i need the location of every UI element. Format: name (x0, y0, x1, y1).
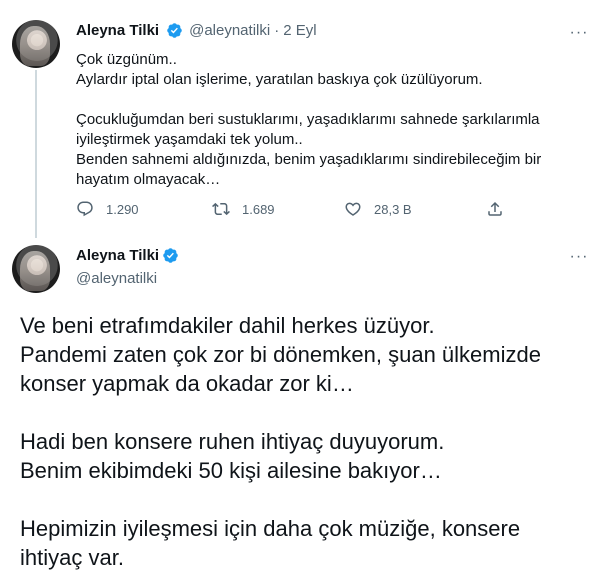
tweet-1-text: Çok üzgünüm.. Aylardır iptal olan işleri… (76, 50, 546, 190)
thread-line (35, 70, 37, 238)
verified-icon (163, 248, 178, 263)
tweet-line: iyileştirmek yaşamdaki tek yolum.. (76, 131, 303, 148)
tweet-date[interactable]: 2 Eyl (283, 22, 316, 39)
tweet-line: konser yapmak da okadar zor ki… (20, 371, 354, 396)
tweet-line: Ve beni etrafımdakiler dahil herkes üzüy… (20, 313, 435, 338)
tweet-line: Hepimizin iyileşmesi için daha çok müziğ… (20, 516, 521, 541)
more-icon[interactable]: ··· (568, 22, 590, 44)
reply-icon (77, 201, 93, 217)
tweet-actions: 1.290 1.689 28,3 B (76, 200, 516, 224)
author-name[interactable]: Aleyna Tilki (76, 22, 159, 39)
tweet-line: Pandemi zaten çok zor bi dönemken, şuan … (20, 342, 541, 367)
tweet-2-text: Ve beni etrafımdakiler dahil herkes üzüy… (20, 311, 580, 572)
share-icon (488, 201, 502, 216)
tweet-1-header: Aleyna Tilki @aleynatilki · 2 Eyl (76, 22, 317, 39)
separator-dot: · (274, 22, 280, 39)
like-count: 28,3 B (374, 201, 412, 217)
tweet-line: Aylardır iptal olan işlerime, yaratılan … (76, 71, 483, 88)
avatar[interactable] (12, 245, 60, 293)
avatar[interactable] (12, 20, 60, 68)
share-button[interactable] (486, 200, 504, 218)
tweet-line: Benim ekibimdeki 50 kişi ailesine bakıyo… (20, 458, 442, 483)
tweet-2-header: Aleyna Tilki (76, 247, 179, 264)
verified-icon (167, 23, 182, 38)
tweet-line: Çocukluğumdan beri sustuklarımı, yaşadık… (76, 111, 540, 128)
tweet-line: Benden sahnemi aldığınızda, benim yaşadı… (76, 151, 542, 168)
like-button[interactable]: 28,3 B (344, 200, 412, 218)
tweet-line: Hadi ben konsere ruhen ihtiyaç duyuyorum… (20, 429, 445, 454)
reply-button[interactable]: 1.290 (76, 200, 139, 218)
retweet-button[interactable]: 1.689 (212, 200, 275, 218)
retweet-count: 1.689 (242, 201, 275, 217)
author-name[interactable]: Aleyna Tilki (76, 247, 159, 264)
tweet-line: hayatım olmayacak… (76, 171, 221, 188)
author-handle[interactable]: @aleynatilki (76, 270, 157, 287)
tweet-line: Çok üzgünüm.. (76, 51, 177, 68)
tweet-1[interactable]: Aleyna Tilki @aleynatilki · 2 Eyl ··· Ço… (0, 0, 600, 238)
reply-count: 1.290 (106, 201, 139, 217)
more-icon[interactable]: ··· (568, 246, 590, 268)
author-handle[interactable]: @aleynatilki (189, 22, 270, 39)
like-icon (345, 202, 361, 216)
retweet-icon (212, 202, 230, 216)
tweet-line: ihtiyaç var. (20, 545, 124, 570)
